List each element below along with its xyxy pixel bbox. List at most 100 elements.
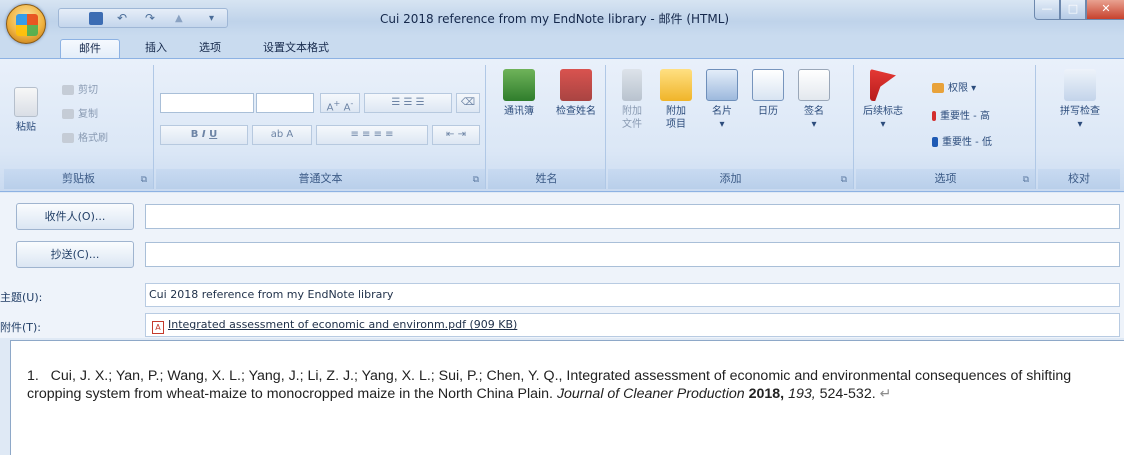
font-size-combo[interactable] [256,93,314,113]
dialog-launcher-icon[interactable]: ⧉ [141,175,147,185]
paragraph-mark: ↵ [879,386,892,402]
paste-icon [14,87,38,117]
signature-label: 签名 [804,106,824,117]
indent-buttons[interactable]: ⇤ ⇥ [432,125,480,145]
bold-italic-underline-buttons[interactable]: B I U [160,125,248,145]
signature-button[interactable]: 签名 ▾ [792,69,836,131]
paste-button[interactable]: 粘贴 [8,87,44,134]
group-label-names: 姓名 [488,169,605,189]
low-importance-label: 重要性 - 低 [942,137,992,148]
quick-access-toolbar: ↶ ↷ ▲ ▾ [58,8,228,28]
maximize-icon: □ [1067,2,1079,15]
pdf-icon: A [152,321,164,334]
down-arrow-icon [932,137,938,147]
attach-item-label-2: 项目 [666,119,686,130]
permission-button[interactable]: 权限 ▾ [932,79,976,94]
dialog-launcher-icon[interactable]: ⧉ [841,175,847,185]
permission-label: 权限 [948,83,968,94]
save-icon[interactable] [89,12,103,25]
minimize-button[interactable]: — [1034,0,1060,20]
high-importance-label: 重要性 - 高 [940,111,990,122]
close-button[interactable]: ✕ [1086,0,1124,20]
redo-icon[interactable]: ↷ [145,12,159,25]
follow-up-label: 后续标志 [863,106,903,117]
dialog-launcher-icon[interactable]: ⧉ [1023,175,1029,185]
dialog-launcher-icon[interactable]: ⧉ [473,175,479,185]
group-label-clipboard: 剪贴板 [4,169,153,189]
attach-file-label: 附加 [622,106,642,117]
check-names-button[interactable]: 检查姓名 [548,69,604,118]
business-card-button[interactable]: 名片 ▾ [700,69,744,131]
reference-number: 1. [27,368,39,384]
format-painter-button[interactable]: 格式刷 [62,129,108,144]
highlight-font-color-buttons[interactable]: ab A [252,125,312,145]
flag-icon [870,69,896,101]
to-field[interactable] [145,204,1120,229]
office-button[interactable] [6,4,46,44]
group-proofing: 拼写检查 ▾ 校对 [1038,65,1120,189]
check-names-label: 检查姓名 [556,106,596,117]
grow-shrink-font-button[interactable]: A+ A- [320,93,360,113]
follow-up-button[interactable]: 后续标志 ▾ [858,69,908,131]
window-controls: — □ ✕ [1034,0,1124,22]
up-arrow-icon[interactable]: ▲ [175,12,189,25]
group-label-proofing: 校对 [1038,169,1120,189]
attached-label: 附件(T): [0,321,42,334]
tab-options[interactable]: 选项 [190,39,230,59]
attach-item-label: 附加 [666,106,686,117]
copy-button[interactable]: 复制 [62,105,98,120]
signature-icon [798,69,830,101]
check-names-icon [560,69,592,101]
tab-format-text[interactable]: 设置文本格式 [250,39,342,59]
business-card-icon [706,69,738,101]
address-book-icon [503,69,535,101]
high-importance-button[interactable]: 重要性 - 高 [932,107,990,122]
business-card-label: 名片 [712,106,732,117]
spelling-icon [1064,69,1096,101]
tab-insert[interactable]: 插入 [136,39,176,59]
message-body[interactable]: 1. Cui, J. X.; Yan, P.; Wang, X. L.; Yan… [10,340,1124,455]
clear-formatting-button[interactable]: ⌫ [456,93,480,113]
spelling-button[interactable]: 拼写检查 ▾ [1052,69,1108,131]
paste-label: 粘贴 [16,122,36,133]
cut-label: 剪切 [78,85,98,96]
to-button[interactable]: 收件人(O)... [16,203,134,230]
group-options: 后续标志 ▾ 权限 ▾ 重要性 - 高 重要性 - 低 选项 ⧉ [856,65,1036,189]
attach-file-button[interactable]: 附加 文件 [610,69,654,131]
reference-volume: 193, [788,386,816,402]
cc-field[interactable] [145,242,1120,267]
group-names: 通讯簿 检查姓名 姓名 [488,65,606,189]
permission-icon [932,83,944,93]
attach-file-label-2: 文件 [622,119,642,130]
maximize-button[interactable]: □ [1060,0,1086,20]
copy-label: 复制 [78,109,98,120]
scissors-icon [62,85,74,95]
list-buttons[interactable]: ☰ ☰ ☰ [364,93,452,113]
customize-toolbar-icon[interactable]: ▾ [209,12,223,25]
undo-icon[interactable]: ↶ [117,12,131,25]
font-name-combo[interactable] [160,93,254,113]
attachment-link[interactable]: Integrated assessment of economic and en… [168,318,517,331]
reference-journal: Journal of Cleaner Production [556,386,745,402]
spelling-label: 拼写检查 [1060,106,1100,117]
reference-pages: 524-532. [819,386,876,402]
attached-field[interactable]: A Integrated assessment of economic and e… [145,313,1120,337]
calendar-icon [752,69,784,101]
group-label-basic-text: 普通文本 [156,169,485,189]
alignment-buttons[interactable]: ≡ ≡ ≡ ≡ [316,125,428,145]
attach-item-button[interactable]: 附加 项目 [654,69,698,131]
calendar-button[interactable]: 日历 [746,69,790,118]
reference-authors-title: Cui, J. X.; Yan, P.; Wang, X. L.; Yang, … [27,368,1072,402]
tab-message[interactable]: 邮件 [60,39,120,59]
low-importance-button[interactable]: 重要性 - 低 [932,133,992,148]
address-book-button[interactable]: 通讯簿 [494,69,544,118]
brush-icon [62,133,74,143]
exclamation-icon [932,111,936,121]
cut-button[interactable]: 剪切 [62,81,98,96]
calendar-label: 日历 [758,106,778,117]
subject-field[interactable]: Cui 2018 reference from my EndNote libra… [145,283,1120,307]
group-label-options: 选项 [856,169,1035,189]
group-basic-text: A+ A- ☰ ☰ ☰ ⌫ B I U ab A ≡ ≡ ≡ ≡ ⇤ ⇥ 普通文… [156,65,486,189]
cc-button[interactable]: 抄送(C)... [16,241,134,268]
close-icon: ✕ [1101,2,1111,15]
